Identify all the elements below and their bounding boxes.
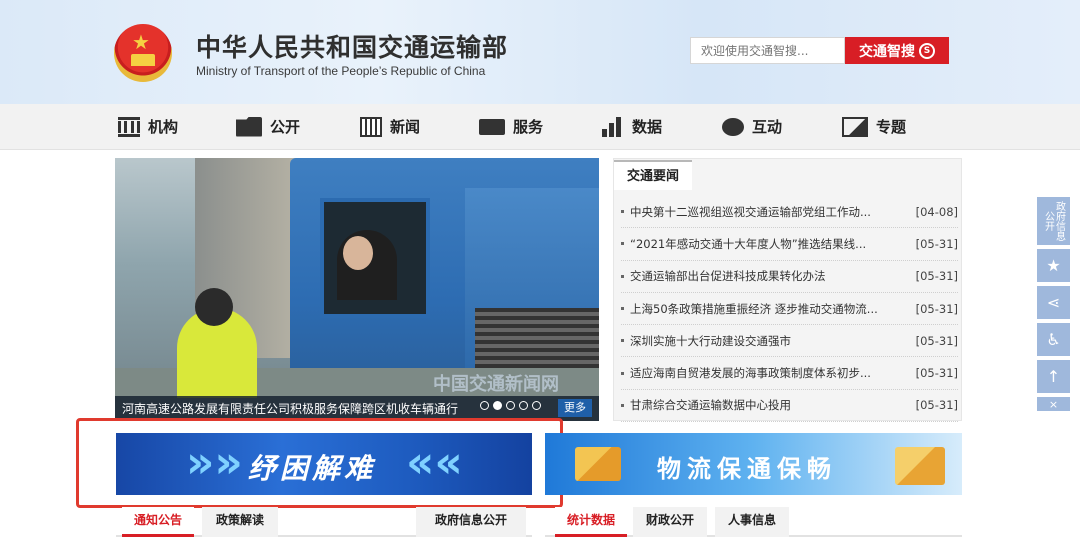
tabs-statistics: 统计数据 财政公开 人事信息	[545, 503, 962, 537]
news-item[interactable]: 交通运输部出台促进科技成果转化办法 [05-31]	[621, 261, 958, 293]
site-subtitle: Ministry of Transport of the People’s Re…	[196, 64, 486, 78]
news-slideshow[interactable]: 中国交通新闻网	[115, 158, 599, 421]
close-icon[interactable]: ×	[1037, 397, 1070, 411]
news-item[interactable]: “2021年感动交通十大年度人物”推选结果线... [05-31]	[621, 228, 958, 261]
slide-dot[interactable]	[519, 401, 528, 410]
slide-dot[interactable]	[480, 401, 489, 410]
nav-label: 公开	[270, 118, 301, 136]
nav-item-zhuanti[interactable]: 专题	[842, 116, 906, 137]
bar-chart-icon	[602, 116, 624, 137]
bullet-icon	[621, 403, 624, 407]
slide-dots	[480, 401, 541, 410]
slide-photo-driver-face	[343, 236, 373, 270]
slide-more-button[interactable]: 更多	[558, 399, 592, 417]
nav-item-fuwu[interactable]: 服务	[479, 116, 543, 137]
nav-item-xinwen[interactable]: 新闻	[360, 116, 420, 137]
nav-label: 数据	[632, 118, 663, 136]
slide-photo-worker-head	[195, 288, 233, 326]
gov-info-button[interactable]: 政府信息公开	[1037, 197, 1070, 245]
banner-logistics[interactable]: 物流保通保畅	[545, 433, 962, 495]
nav-item-jigou[interactable]: 机构	[118, 116, 178, 137]
bullet-icon	[621, 242, 624, 246]
search-icon: S	[919, 42, 935, 59]
slide-caption[interactable]: 河南高速公路发展有限责任公司积极服务保障跨区机收车辆通行	[122, 400, 458, 417]
star-icon[interactable]: ★	[1037, 249, 1070, 282]
tab-policy[interactable]: 政策解读	[202, 507, 278, 537]
cargo-boxes-icon	[895, 447, 945, 485]
news-item[interactable]: 甘肃综合交通运输数据中心投用 [05-31]	[621, 390, 958, 423]
chat-icon	[722, 117, 744, 136]
search-button[interactable]: 交通智搜 S	[845, 37, 949, 64]
news-date: [05-31]	[915, 366, 958, 381]
news-date: [05-31]	[915, 301, 958, 316]
news-date: [05-31]	[915, 398, 958, 413]
share-icon[interactable]: ⋖	[1037, 286, 1070, 319]
image-icon	[842, 116, 868, 137]
news-title[interactable]: 上海50条政策措施重振经济 逐步推动交通物流...	[630, 301, 914, 317]
news-item[interactable]: 适应海南自贸港发展的海事政策制度体系初步... [05-31]	[621, 357, 958, 390]
news-date: [05-31]	[915, 269, 958, 284]
slide-watermark: 中国交通新闻网	[433, 374, 559, 395]
star-icon: ★	[132, 30, 150, 54]
nav-item-hudong[interactable]: 互动	[722, 116, 782, 137]
bullet-icon	[621, 339, 624, 343]
news-date: [05-31]	[915, 236, 958, 251]
news-title[interactable]: 甘肃综合交通运输数据中心投用	[630, 397, 914, 413]
search-button-label: 交通智搜	[859, 43, 915, 60]
monitor-icon	[479, 118, 505, 135]
accessibility-icon[interactable]: ♿	[1037, 323, 1070, 356]
news-date: [05-31]	[915, 333, 958, 348]
building-icon	[118, 116, 140, 137]
folder-icon	[236, 116, 262, 137]
banner-logistics-text: 物流保通保畅	[657, 455, 837, 483]
site-title[interactable]: 中华人民共和国交通运输部	[196, 28, 508, 64]
calendar-icon	[360, 116, 382, 137]
bullet-icon	[621, 210, 624, 214]
slide-dot[interactable]	[506, 401, 515, 410]
tiananmen-icon	[131, 54, 155, 66]
tab-personnel[interactable]: 人事信息	[715, 507, 789, 537]
tabs-announcements: 通知公告 政策解读 政府信息公开	[116, 503, 532, 537]
tab-notices[interactable]: 通知公告	[122, 507, 194, 537]
search-input[interactable]	[690, 37, 845, 64]
slide-photo-grille	[475, 308, 599, 368]
side-toolbar: 政府信息公开 ★ ⋖ ♿ ↑ ×	[1037, 197, 1070, 415]
news-title[interactable]: 适应海南自贸港发展的海事政策制度体系初步...	[630, 365, 914, 381]
site-header: ★ 中华人民共和国交通运输部 Ministry of Transport of …	[0, 0, 1080, 104]
news-item[interactable]: 深圳实施十大行动建设交通强市 [05-31]	[621, 325, 958, 358]
tab-statistics[interactable]: 统计数据	[555, 507, 627, 537]
news-title[interactable]: 深圳实施十大行动建设交通强市	[630, 333, 914, 349]
nav-label: 专题	[876, 118, 907, 136]
tab-transport-news[interactable]: 交通要闻	[614, 160, 692, 190]
bullet-icon	[621, 371, 624, 375]
news-title[interactable]: “2021年感动交通十大年度人物”推选结果线...	[630, 236, 914, 252]
bullet-icon	[621, 307, 624, 311]
slide-dot[interactable]	[532, 401, 541, 410]
news-list: 中央第十二巡视组巡视交通运输部党组工作动... [04-08] “2021年感动交…	[613, 196, 962, 423]
arrow-up-icon[interactable]: ↑	[1037, 360, 1070, 393]
main-nav: 机构 公开 新闻 服务 数据 互动 专题	[0, 104, 1080, 150]
news-date: [04-08]	[915, 204, 958, 219]
cargo-boxes-icon	[575, 447, 621, 481]
news-title[interactable]: 交通运输部出台促进科技成果转化办法	[630, 268, 914, 284]
nav-label: 服务	[513, 118, 544, 136]
news-item[interactable]: 上海50条政策措施重振经济 逐步推动交通物流... [05-31]	[621, 293, 958, 326]
news-title[interactable]: 中央第十二巡视组巡视交通运输部党组工作动...	[630, 204, 914, 220]
nav-item-shuju[interactable]: 数据	[602, 116, 662, 137]
slide-dot-active[interactable]	[493, 401, 502, 410]
news-item[interactable]: 中央第十二巡视组巡视交通运输部党组工作动... [04-08]	[621, 196, 958, 229]
national-emblem-logo[interactable]: ★	[114, 24, 172, 82]
nav-label: 新闻	[390, 118, 421, 136]
tab-finance[interactable]: 财政公开	[633, 507, 707, 537]
nav-label: 互动	[752, 118, 783, 136]
nav-label: 机构	[148, 118, 179, 136]
nav-item-gongkai[interactable]: 公开	[236, 116, 300, 137]
highlight-annotation-box	[76, 418, 563, 508]
tab-gov-info[interactable]: 政府信息公开	[416, 507, 526, 537]
bullet-icon	[621, 274, 624, 278]
